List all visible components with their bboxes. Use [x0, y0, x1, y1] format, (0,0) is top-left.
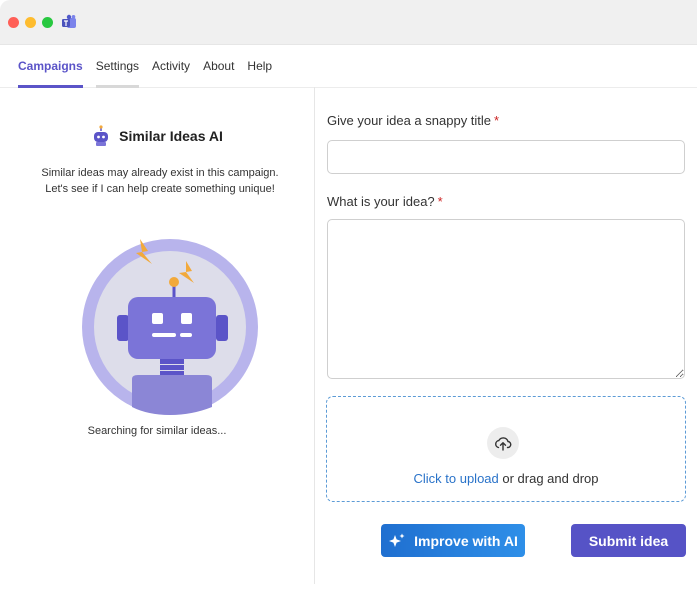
similar-ideas-panel: Similar Ideas AI Similar ideas may alrea… [0, 87, 315, 584]
tab-activity[interactable]: Activity [152, 45, 190, 87]
idea-textarea[interactable] [327, 219, 685, 379]
app-window: Campaigns Settings Activity About Help S… [0, 0, 697, 584]
robot-icon [94, 125, 109, 146]
ai-panel-title: Similar Ideas AI [119, 128, 223, 144]
idea-label-text: What is your idea? [327, 194, 435, 209]
ai-panel-description: Similar ideas may already exist in this … [20, 165, 300, 197]
close-window-button[interactable] [8, 16, 19, 28]
upload-link[interactable]: Click to upload [413, 471, 498, 486]
search-status: Searching for similar ideas... [87, 425, 227, 437]
ai-panel-header: Similar Ideas AI [0, 125, 314, 147]
robot-illustration-icon [82, 239, 258, 415]
teams-icon [62, 14, 76, 28]
sparkle-icon [389, 533, 405, 547]
upload-text: Click to upload or drag and drop [327, 471, 685, 486]
title-bar [0, 0, 697, 45]
tab-settings[interactable]: Settings [95, 45, 140, 88]
submit-idea-button[interactable]: Submit idea [571, 524, 686, 557]
title-label: Give your idea a snappy title * [327, 113, 499, 128]
idea-label: What is your idea? * [327, 194, 443, 209]
idea-form: Give your idea a snappy title * What is y… [326, 87, 697, 584]
required-marker: * [494, 113, 500, 128]
upload-cloud-icon [495, 437, 512, 451]
improve-with-ai-label: Improve with AI [414, 532, 518, 549]
title-input[interactable] [327, 140, 685, 174]
upload-hint: or drag and drop [498, 471, 599, 486]
robot-illustration [82, 237, 262, 422]
zoom-window-button[interactable] [42, 16, 53, 28]
minimize-window-button[interactable] [25, 16, 36, 28]
tab-campaigns[interactable]: Campaigns [18, 45, 83, 88]
tab-help[interactable]: Help [247, 45, 272, 87]
title-label-text: Give your idea a snappy title [327, 113, 492, 128]
description-line-2: Let's see if I can help create something… [45, 183, 275, 195]
submit-idea-label: Submit idea [588, 532, 669, 549]
upload-icon-wrapper [487, 427, 519, 459]
nav-tabs: Campaigns Settings Activity About Help [0, 45, 697, 88]
upload-dropzone[interactable]: Click to upload or drag and drop [326, 396, 686, 502]
required-marker: * [437, 194, 443, 209]
tab-about[interactable]: About [203, 45, 234, 87]
improve-with-ai-button[interactable]: Improve with AI [381, 524, 525, 557]
description-line-1: Similar ideas may already exist in this … [41, 167, 279, 179]
